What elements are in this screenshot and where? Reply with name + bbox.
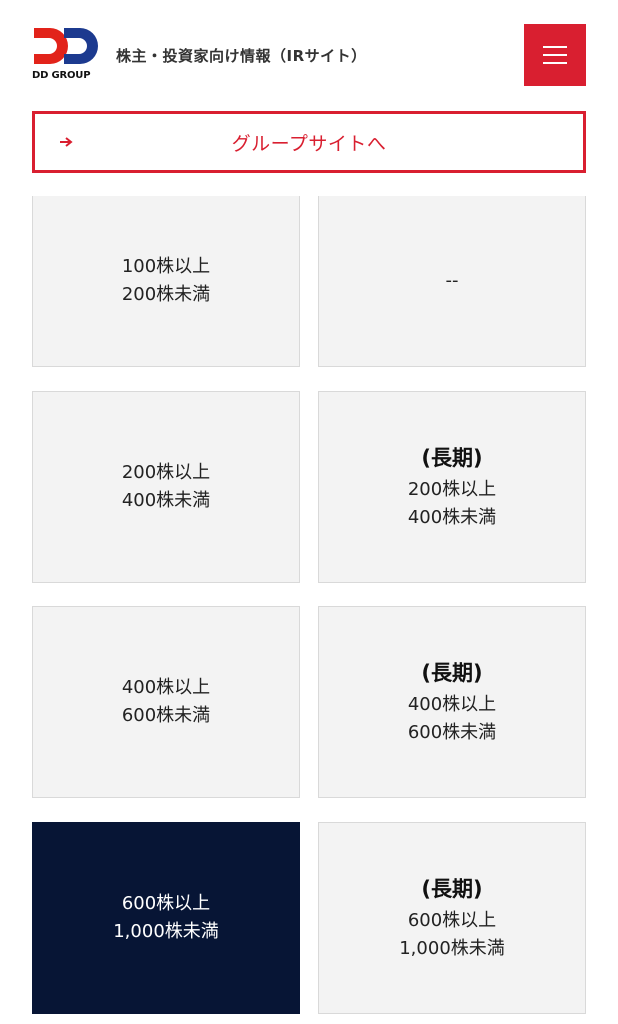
group-site-link[interactable]: グループサイトへ	[32, 111, 586, 173]
site-header: DD GROUP 株主・投資家向け情報（IRサイト）	[0, 0, 618, 100]
table-cell-holding: 400株以上 600株未満	[32, 606, 300, 798]
cell-line: 200株以上	[121, 462, 211, 483]
cell-line: 600株以上	[121, 893, 211, 914]
menu-button[interactable]	[524, 24, 586, 86]
cell-line: 1,000株未満	[113, 921, 219, 942]
cell-line: 400株未満	[121, 490, 211, 511]
table-cell-long-term: --	[318, 196, 586, 367]
hamburger-icon	[543, 46, 567, 48]
cell-line: --	[445, 270, 459, 291]
cell-line: 400株未満	[407, 507, 497, 528]
dd-logo-mark-icon	[34, 28, 98, 64]
cell-line: 400株以上	[121, 677, 211, 698]
table-cell-holding: 100株以上 200株未満	[32, 196, 300, 367]
cell-line: 100株以上	[121, 256, 211, 277]
table-cell-long-term: (長期) 400株以上 600株未満	[318, 606, 586, 798]
table-cell-holding: 200株以上 400株未満	[32, 391, 300, 583]
cell-line: 600株未満	[407, 722, 497, 743]
cell-line: 1,000株未満	[399, 938, 505, 959]
cell-line: 200株未満	[121, 284, 211, 305]
table-cell-long-term: (長期) 200株以上 400株未満	[318, 391, 586, 583]
cell-line: 600株未満	[121, 705, 211, 726]
long-term-label: (長期)	[421, 661, 483, 685]
arrow-right-icon	[60, 137, 73, 147]
cell-line: 600株以上	[407, 910, 497, 931]
long-term-label: (長期)	[421, 446, 483, 470]
dd-group-logo[interactable]: DD GROUP	[32, 26, 100, 84]
cell-line: 200株以上	[407, 479, 497, 500]
logo-text: DD GROUP	[32, 70, 91, 81]
table-cell-holding-highlighted: 600株以上 1,000株未満	[32, 822, 300, 1014]
group-site-label: グループサイトへ	[231, 132, 387, 155]
cell-line: 400株以上	[407, 694, 497, 715]
long-term-label: (長期)	[421, 877, 483, 901]
shareholding-table: 100株以上 200株未満 -- 200株以上 400株未満 (長期) 200株…	[32, 196, 586, 1024]
site-title: 株主・投資家向け情報（IRサイト）	[116, 47, 367, 65]
table-cell-long-term: (長期) 600株以上 1,000株未満	[318, 822, 586, 1014]
